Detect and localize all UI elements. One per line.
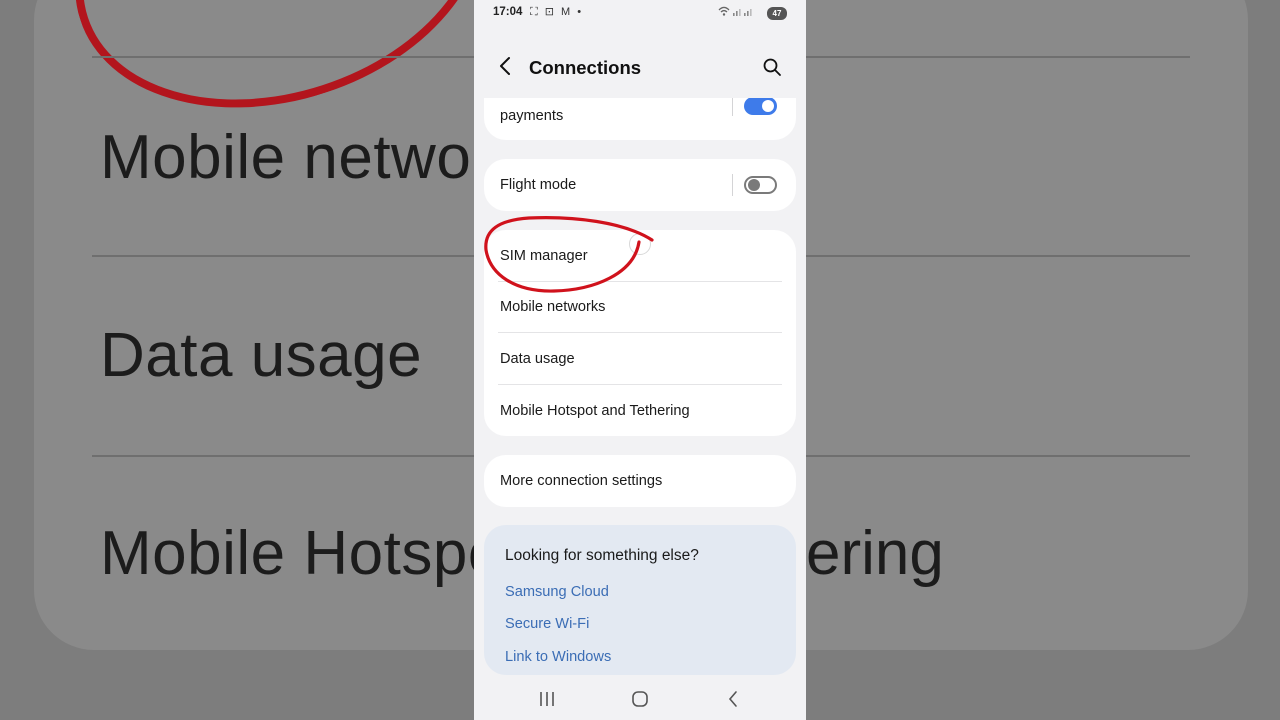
background-text: ering (806, 519, 944, 588)
home-icon (632, 691, 648, 707)
search-button[interactable] (760, 55, 784, 79)
back-icon (728, 691, 737, 707)
nfc-toggle[interactable] (744, 97, 777, 115)
flight-mode-label: Flight mode (500, 177, 577, 193)
more-connection-settings-card[interactable]: More connection settings (484, 455, 796, 507)
suggestions-title: Looking for something else? (505, 547, 699, 564)
phone-screen: 17:04 ⛶ ⊡ M • 47 Connections payments Fl… (474, 0, 806, 720)
touch-indicator (629, 233, 651, 255)
hotspot-label: Mobile Hotspot and Tethering (500, 403, 690, 419)
data-usage-row[interactable]: Data usage (484, 334, 796, 386)
background-text: Mobile Hotspo (100, 519, 475, 588)
recent-apps-button[interactable] (535, 687, 559, 711)
battery-icon: 47 (767, 7, 787, 20)
mobile-networks-row[interactable]: Mobile networks (484, 282, 796, 334)
nfc-label: payments (500, 108, 564, 124)
notification-icons: ⛶ ⊡ M • (530, 6, 584, 18)
secure-wifi-link[interactable]: Secure Wi-Fi (505, 616, 589, 632)
network-settings-card: SIM manager Mobile networks Data usage M… (484, 230, 796, 436)
samsung-cloud-link[interactable]: Samsung Cloud (505, 584, 609, 600)
flight-mode-toggle[interactable] (744, 176, 777, 194)
more-connection-settings-label: More connection settings (500, 473, 663, 489)
suggestions-card: Looking for something else? Samsung Clou… (484, 525, 796, 675)
status-time: 17:04 (493, 6, 523, 18)
separator (732, 174, 733, 196)
background-text: Mobile netwo (100, 123, 472, 192)
divider (498, 332, 782, 333)
data-usage-label: Data usage (500, 351, 575, 367)
app-bar: Connections (474, 28, 806, 98)
chevron-left-icon (500, 57, 510, 75)
recent-apps-icon (540, 692, 554, 706)
page-title: Connections (529, 57, 642, 78)
flight-mode-card[interactable]: Flight mode (484, 159, 796, 211)
mobile-networks-label: Mobile networks (500, 299, 606, 315)
search-icon (763, 58, 781, 76)
back-nav-button[interactable] (721, 687, 745, 711)
signal-icon (718, 5, 754, 20)
divider (498, 384, 782, 385)
status-bar: 17:04 ⛶ ⊡ M • 47 (474, 0, 806, 28)
home-button[interactable] (628, 687, 652, 711)
navigation-bar (474, 675, 806, 720)
link-to-windows-link[interactable]: Link to Windows (505, 649, 611, 665)
hotspot-row[interactable]: Mobile Hotspot and Tethering (484, 386, 796, 438)
back-button[interactable] (494, 54, 518, 78)
sim-manager-label: SIM manager (500, 248, 588, 264)
background-text: Data usage (100, 321, 423, 390)
